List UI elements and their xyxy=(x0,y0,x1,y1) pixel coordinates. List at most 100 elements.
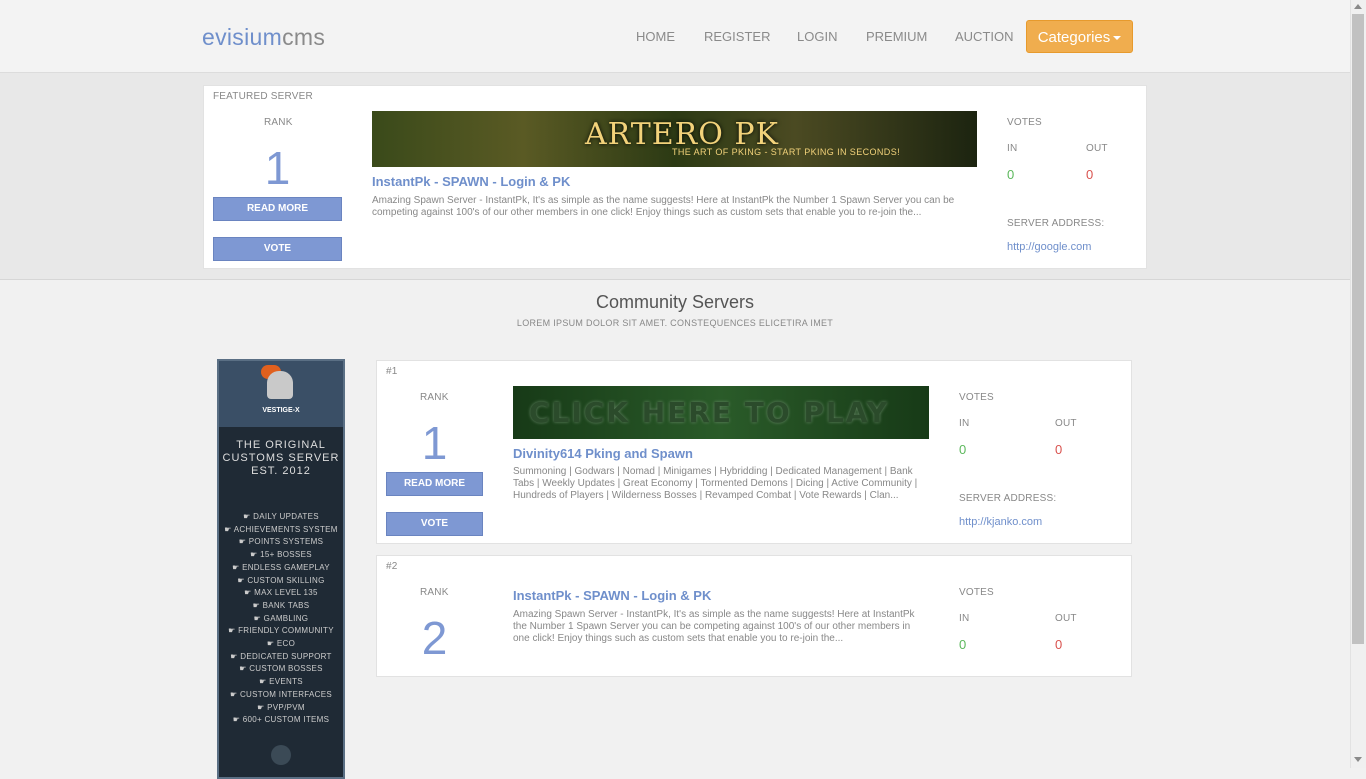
ad-feature-text: PVP/PVM xyxy=(267,702,305,712)
ad-feature-text: DEDICATED SUPPORT xyxy=(240,651,332,661)
ad-feature-text: CUSTOM BOSSES xyxy=(249,664,323,674)
thumbs-up-icon: ☛ xyxy=(230,651,241,661)
thumbs-up-icon: ☛ xyxy=(239,664,250,674)
ad-feature-text: 15+ BOSSES xyxy=(260,550,312,560)
rank-label: RANK xyxy=(420,392,449,403)
banner-text: CLICK HERE TO PLAY xyxy=(529,396,890,429)
votes-out-count: 0 xyxy=(1086,167,1094,182)
brand-logo[interactable]: evisiumcms xyxy=(202,24,325,51)
rank-label: RANK xyxy=(264,117,293,128)
vote-button[interactable]: VOTE xyxy=(213,237,342,261)
thumbs-up-icon: ☛ xyxy=(259,677,270,687)
votes-out-label: OUT xyxy=(1086,143,1108,154)
top-navbar: evisiumcms HOME REGISTER LOGIN PREMIUM A… xyxy=(0,0,1350,73)
ad-feature-text: ECO xyxy=(276,639,296,649)
community-servers-title: Community Servers xyxy=(595,292,755,312)
ad-feature-item: ☛ 15+ BOSSES xyxy=(219,549,343,562)
thumbs-up-icon: ☛ xyxy=(229,689,240,699)
votes-out-count: 0 xyxy=(1055,442,1063,457)
ad-heading-line1: THE ORIGINAL xyxy=(236,439,326,451)
ad-feature-item: ☛ POINTS SYSTEMS xyxy=(219,536,343,549)
thumbs-up-icon: ☛ xyxy=(253,613,264,623)
server-address-label: SERVER ADDRESS: xyxy=(959,493,1057,504)
categories-dropdown-button[interactable]: Categories xyxy=(1026,20,1133,53)
categories-label: Categories xyxy=(1037,29,1111,46)
rank-label: RANK xyxy=(420,587,449,598)
featured-server-title[interactable]: InstantPk - SPAWN - Login & PK xyxy=(372,174,570,189)
ad-feature-item: ☛ CUSTOM SKILLING xyxy=(219,575,343,588)
ad-feature-item: ☛ DEDICATED SUPPORT xyxy=(219,651,343,664)
thumbs-up-icon: ☛ xyxy=(232,562,243,572)
brand-part-1: evisium xyxy=(202,24,283,50)
votes-out-label: OUT xyxy=(1055,613,1077,624)
server-description: Amazing Spawn Server - InstantPk, It's a… xyxy=(513,609,915,644)
server-address-link[interactable]: http://kjanko.com xyxy=(959,516,1042,528)
ad-feature-text: EVENTS xyxy=(269,677,303,687)
ad-feature-item: ☛ ACHIEVEMENTS SYSTEM xyxy=(219,524,343,537)
nav-auction[interactable]: AUCTION xyxy=(955,29,1014,44)
ad-feature-text: ENDLESS GAMEPLAY xyxy=(242,562,330,572)
ad-feature-text: DAILY UPDATES xyxy=(253,512,319,521)
ad-feature-text: CUSTOM INTERFACES xyxy=(239,689,333,699)
votes-in-label: IN xyxy=(959,613,970,624)
ad-feature-item: ☛ ECO xyxy=(219,638,343,651)
votes-in-count: 0 xyxy=(1007,167,1015,182)
server-position: #2 xyxy=(386,561,398,572)
ad-feature-text: BANK TABS xyxy=(262,600,310,610)
votes-in-count: 0 xyxy=(959,442,967,457)
thumbs-up-icon: ☛ xyxy=(232,715,243,725)
ad-heading-line2: CUSTOMS SERVER xyxy=(222,452,340,464)
banner-subtitle: THE ART OF PKING - START PKING IN SECOND… xyxy=(672,147,901,157)
votes-out-count: 0 xyxy=(1055,637,1063,652)
ad-heading-line3: EST. 2012 xyxy=(251,465,311,477)
scrollbar-thumb[interactable] xyxy=(1352,14,1364,644)
thumbs-up-icon: ☛ xyxy=(266,639,277,649)
server-description: Summoning | Godwars | Nomad | Minigames … xyxy=(513,466,918,501)
ad-feature-item: ☛ PVP/PVM xyxy=(219,702,343,715)
server-position: #1 xyxy=(386,366,398,377)
server-title[interactable]: InstantPk - SPAWN - Login & PK xyxy=(513,588,711,603)
ad-feature-item: ☛ BANK TABS xyxy=(219,600,343,613)
ad-feature-text: ACHIEVEMENTS SYSTEM xyxy=(233,524,338,534)
thumbs-up-icon: ☛ xyxy=(243,512,254,521)
scroll-down-arrow-icon[interactable] xyxy=(1354,757,1362,762)
rank-number: 2 xyxy=(421,612,448,664)
ad-feature-list: ☛ DAILY UPDATES ☛ ACHIEVEMENTS SYSTEM ☛ PO… xyxy=(219,511,343,727)
featured-label: FEATURED SERVER xyxy=(213,91,313,102)
featured-server-description: Amazing Spawn Server - InstantPk, It's a… xyxy=(372,195,955,218)
vestige-x-ad-banner[interactable]: VESTIGE-X THE ORIGINAL CUSTOMS SERVER ES… xyxy=(217,359,345,779)
thumbs-up-icon: ☛ xyxy=(224,524,234,534)
artero-pk-banner[interactable]: ARTERO PK THE ART OF PKING - START PKING… xyxy=(372,111,977,167)
server-title[interactable]: Divinity614 Pking and Spawn xyxy=(513,446,693,461)
ad-feature-text: CUSTOM SKILLING xyxy=(247,575,325,585)
votes-label: VOTES xyxy=(959,587,994,598)
ad-feature-text: MAX LEVEL 135 xyxy=(254,588,318,598)
ad-name: VESTIGE-X xyxy=(262,407,300,414)
ad-feature-text: FRIENDLY COMMUNITY xyxy=(238,626,334,636)
nav-home[interactable]: HOME xyxy=(636,29,675,44)
votes-in-count: 0 xyxy=(959,637,967,652)
click-here-to-play-banner[interactable]: CLICK HERE TO PLAY xyxy=(513,386,929,439)
brand-part-2: cms xyxy=(282,24,326,50)
scroll-up-arrow-icon[interactable] xyxy=(1354,4,1362,9)
votes-label: VOTES xyxy=(959,392,994,403)
ad-feature-text: 600+ CUSTOM ITEMS xyxy=(242,715,330,725)
ad-heading: THE ORIGINAL CUSTOMS SERVER EST. 2012 xyxy=(219,439,343,478)
nav-login[interactable]: LOGIN xyxy=(797,29,837,44)
thumbs-up-icon: ☛ xyxy=(238,537,249,547)
ad-feature-item: ☛ FRIENDLY COMMUNITY xyxy=(219,625,343,638)
thumbs-up-icon: ☛ xyxy=(250,550,261,560)
read-more-button[interactable]: READ MORE xyxy=(213,197,342,221)
ad-feature-item: ☛ 600+ CUSTOM ITEMS xyxy=(219,714,343,727)
ad-feature-item: ☛ CUSTOM INTERFACES xyxy=(219,689,343,702)
community-servers-subtitle: LOREM IPSUM DOLOR SIT AMET. CONSTEQUENCE… xyxy=(516,318,834,328)
nav-register[interactable]: REGISTER xyxy=(704,29,770,44)
vote-button[interactable]: VOTE xyxy=(386,512,483,536)
nav-premium[interactable]: PREMIUM xyxy=(866,29,927,44)
server-address-label: SERVER ADDRESS: xyxy=(1007,218,1105,229)
votes-in-label: IN xyxy=(959,418,970,429)
ad-feature-text: POINTS SYSTEMS xyxy=(248,537,324,547)
server-address-link[interactable]: http://google.com xyxy=(1007,241,1091,253)
votes-in-label: IN xyxy=(1007,143,1018,154)
read-more-button[interactable]: READ MORE xyxy=(386,472,483,496)
